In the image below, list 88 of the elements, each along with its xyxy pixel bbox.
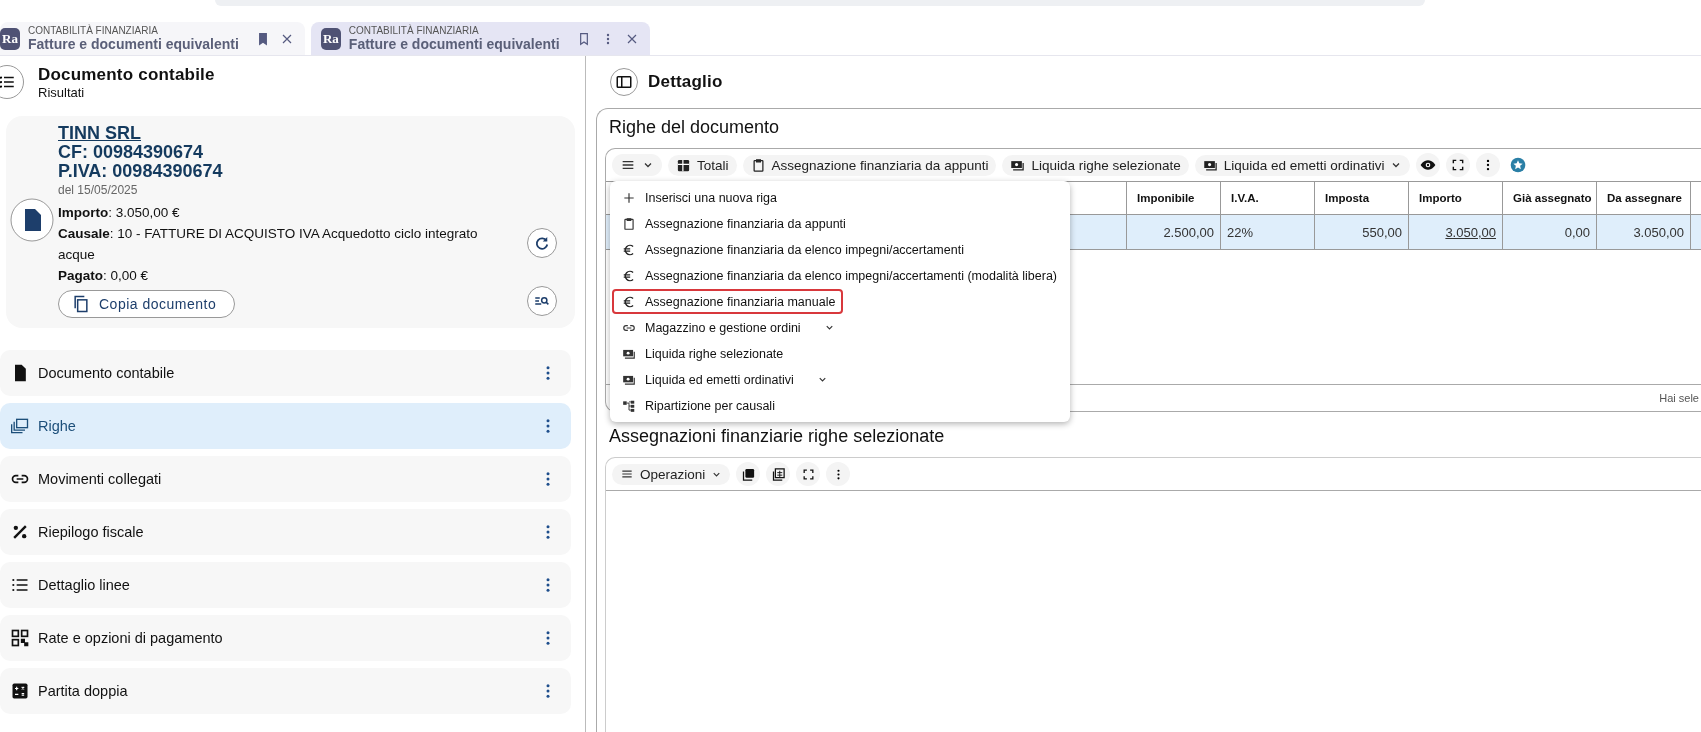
tax-code: CF: 00984390674 — [58, 143, 205, 162]
section-title: Righe del documento — [608, 117, 781, 138]
star-badge-icon[interactable] — [1510, 157, 1527, 173]
document-field: Importo: 3.050,00 € — [58, 202, 478, 223]
euro-icon — [622, 242, 636, 257]
table-cell: 3.050,00 — [1596, 215, 1690, 249]
clipboard-icon — [622, 216, 636, 231]
copy-icon — [71, 294, 91, 314]
nav-item[interactable]: Riepilogo fiscale — [0, 509, 571, 555]
toolbar-button[interactable]: Liquida ed emetti ordinativi — [1194, 154, 1411, 176]
layers-icon — [10, 416, 30, 436]
menu-item[interactable]: Ripartizione per causali — [612, 393, 783, 418]
fullscreen-icon — [801, 467, 815, 481]
view-button[interactable] — [1416, 153, 1441, 177]
panel-title: Dettaglio — [648, 72, 723, 92]
vat-number: P.IVA: 00984390674 — [58, 162, 224, 181]
table-copy-button[interactable] — [766, 462, 791, 486]
eye-icon — [1420, 157, 1437, 173]
calculator-icon — [10, 681, 30, 701]
document-tab[interactable]: Ra CONTABILITÀ FINANZIARIA Fatture e documenti equivalenti — [0, 22, 305, 55]
document-field: Causale: 10 - FATTURE DI ACQUISTO IVA Acquedotto ciclo integrato acque — [58, 223, 478, 265]
search-list-button[interactable] — [527, 286, 557, 316]
table-cell: 22% — [1220, 215, 1314, 249]
panel-subtitle: Risultati — [38, 84, 86, 100]
refresh-button[interactable] — [527, 228, 557, 258]
document-field: Pagato: 0,00 € — [58, 265, 478, 286]
nav-item[interactable]: Dettaglio linee — [0, 562, 571, 608]
tab-title: Fatture e documenti equivalenti — [348, 36, 560, 52]
nav-label: Dettaglio linee — [38, 577, 131, 593]
euro-icon — [622, 294, 636, 309]
fullscreen-icon — [1451, 158, 1466, 172]
toolbar-button[interactable]: Liquida righe selezionate — [1002, 154, 1189, 176]
hierarchy-icon — [622, 398, 636, 413]
table-icon — [676, 157, 691, 173]
menu-item[interactable]: Liquida ed emetti ordinativi — [612, 367, 836, 392]
fullscreen-button[interactable] — [796, 462, 821, 486]
menu-item[interactable]: Assegnazione finanziaria manuale — [612, 289, 844, 314]
table-copy-icon — [770, 466, 786, 482]
menu-item[interactable]: Liquida righe selezionate — [612, 341, 792, 366]
menu-item[interactable]: Magazzino e gestione ordini — [612, 315, 843, 340]
document-tab[interactable]: Ra CONTABILITÀ FINANZIARIA Fatture e documenti equivalenti — [310, 22, 650, 55]
nav-label: Rate e opzioni di pagamento — [38, 630, 224, 646]
nav-item[interactable]: Rate e opzioni di pagamento — [0, 615, 571, 661]
qr-code-icon — [10, 628, 30, 648]
table-cell: 2.500,00 — [1126, 215, 1220, 249]
nav-item[interactable]: Documento contabile — [0, 350, 571, 396]
copy-icon — [740, 466, 756, 482]
tab-title: Fatture e documenti equivalenti — [28, 36, 239, 52]
table-cell: 0,00 — [1502, 215, 1596, 249]
nav-label: Partita doppia — [38, 683, 129, 699]
tab-section: CONTABILITÀ FINANZIARIA — [28, 25, 239, 36]
app-logo: Ra — [0, 27, 20, 50]
operations-menu-button[interactable]: Operazioni — [612, 463, 731, 485]
operations-menu-button[interactable] — [612, 154, 662, 176]
nav-label: Riepilogo fiscale — [38, 524, 145, 540]
panel-title: Documento contabile — [38, 64, 215, 85]
sidebar-toggle-button[interactable] — [610, 68, 638, 96]
app-logo: Ra — [320, 27, 341, 50]
clipboard-icon — [750, 157, 766, 173]
plus-icon — [622, 190, 636, 205]
copy-document-button[interactable]: Copia documento — [58, 290, 236, 318]
nav-label: Movimenti collegati — [38, 471, 163, 487]
euro-icon — [622, 268, 636, 283]
section-title: Assegnazioni finanziarie righe selezionate — [608, 426, 946, 447]
amount-link[interactable]: 3.050,00 — [1408, 215, 1502, 249]
toolbar-button[interactable]: Assegnazione finanziaria da appunti — [742, 154, 997, 176]
refresh-icon — [533, 234, 551, 252]
nav-item[interactable]: Partita doppia — [0, 668, 571, 714]
selection-status: Hai sele — [1659, 392, 1700, 404]
nav-label: Righe — [38, 418, 77, 434]
company-link[interactable]: TINN SRL — [58, 124, 141, 143]
nav-item[interactable]: Righe — [0, 403, 571, 449]
menu-item[interactable]: Assegnazione finanziaria da appunti — [612, 211, 854, 236]
menu-item[interactable]: Inserisci una nuova riga — [612, 185, 786, 210]
menu-icon — [620, 467, 634, 481]
document-icon — [10, 198, 54, 242]
menu-item[interactable]: Assegnazione finanziaria da elenco impegni/accertamenti (modalità libera) — [612, 263, 1066, 288]
copy-button[interactable] — [736, 462, 761, 486]
more-button[interactable] — [826, 462, 851, 486]
tab-section: CONTABILITÀ FINANZIARIA — [348, 25, 560, 36]
nav-label: Documento contabile — [38, 365, 176, 381]
fullscreen-button[interactable] — [1446, 153, 1471, 177]
menu-button[interactable] — [0, 65, 24, 99]
table-cell: 550,00 — [1314, 215, 1408, 249]
document-date: del 15/05/2025 — [58, 183, 139, 197]
sidebar-icon — [615, 73, 633, 91]
nav-item[interactable]: Movimenti collegati — [0, 456, 571, 502]
toolbar-button[interactable]: Totali — [668, 154, 737, 176]
